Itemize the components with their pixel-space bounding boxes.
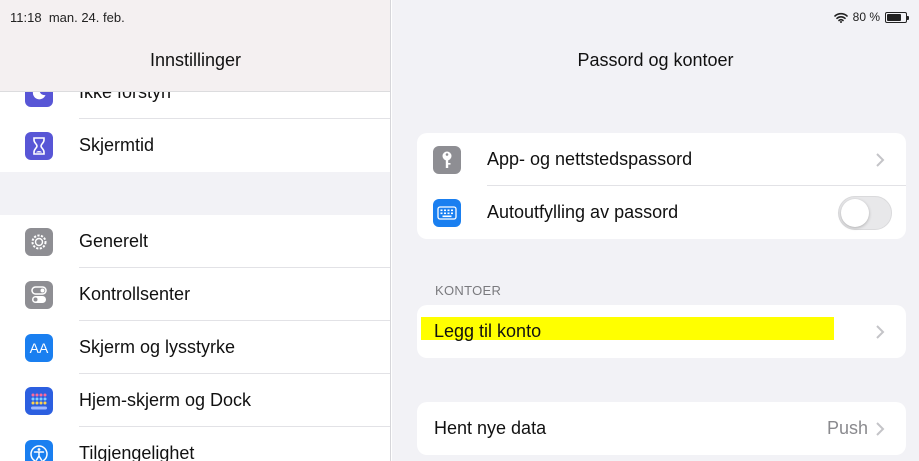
- sidebar-group-general: Generelt Kontrollsenter AA Skjerm og lys…: [0, 215, 390, 461]
- keyboard-icon: [433, 198, 461, 227]
- hourglass-icon: [25, 131, 53, 160]
- battery-percent: 80 %: [852, 10, 880, 24]
- sidebar-title: Innstillinger: [149, 50, 242, 70]
- chevron-right-icon: [876, 152, 885, 167]
- sidebar-item-hjem-skjerm-og-dock[interactable]: Hjem-skjerm og Dock: [0, 374, 390, 427]
- chevron-right-icon: [876, 421, 885, 436]
- add-account-row[interactable]: Legg til konto: [417, 305, 906, 358]
- sidebar-item-skjermtid[interactable]: Skjermtid: [0, 119, 390, 172]
- add-account-label: Legg til konto: [434, 321, 542, 341]
- switches-icon: [25, 280, 53, 309]
- wifi-icon: [833, 12, 848, 23]
- settings-sidebar: Ikke forstyrr Skjermtid Generelt Kontrol…: [0, 0, 391, 461]
- sidebar-item-label: Skjermtid: [79, 135, 155, 155]
- fetch-value: Push: [826, 418, 868, 438]
- fetch-new-data-row[interactable]: Hent nye data Push: [417, 402, 906, 455]
- sidebar-item-label: Skjerm og lysstyrke: [79, 337, 236, 357]
- display-aa-icon: AA: [25, 333, 53, 362]
- status-time-date: 11:18 man. 24. feb.: [10, 10, 125, 25]
- sidebar-item-tilgjengelighet[interactable]: Tilgjengelighet: [0, 427, 390, 461]
- sidebar-item-label: Kontrollsenter: [79, 284, 191, 304]
- row-label: Hent nye data: [434, 418, 547, 438]
- key-icon: [433, 145, 461, 174]
- sidebar-header: 11:18 man. 24. feb. Innstillinger: [0, 0, 390, 92]
- page-title: Passord og kontoer: [577, 50, 734, 70]
- app-website-passwords-row[interactable]: App- og nettstedspassord: [417, 133, 906, 186]
- battery-icon: [885, 11, 909, 23]
- sidebar-item-skjerm-og-lysstyrke[interactable]: AA Skjerm og lysstyrke: [0, 321, 390, 374]
- autofill-toggle[interactable]: [838, 195, 892, 230]
- fetch-group: Hent nye data Push: [417, 402, 906, 455]
- accessibility-icon: [25, 439, 53, 461]
- home-grid-icon: [25, 386, 53, 415]
- autofill-passwords-row: Autoutfylling av passord: [417, 186, 906, 239]
- sidebar-item-kontrollsenter[interactable]: Kontrollsenter: [0, 268, 390, 321]
- section-header-accounts: KONTOER: [435, 283, 502, 298]
- sidebar-item-generelt[interactable]: Generelt: [0, 215, 390, 268]
- sidebar-item-label: Hjem-skjerm og Dock: [79, 390, 252, 410]
- sidebar-item-label: Tilgjengelighet: [79, 443, 195, 461]
- passwords-group: App- og nettstedspassord Autoutfylling a…: [417, 133, 906, 239]
- chevron-right-icon: [876, 324, 885, 339]
- gear-icon: [25, 227, 53, 256]
- status-indicators: 80 %: [833, 10, 909, 24]
- accounts-group: Legg til konto: [417, 305, 906, 358]
- row-label: App- og nettstedspassord: [487, 149, 693, 169]
- detail-pane: 80 % Passord og kontoer App- og nettsted…: [392, 0, 919, 461]
- sidebar-item-label: Generelt: [79, 231, 149, 251]
- row-label: Autoutfylling av passord: [487, 202, 679, 222]
- toggle-knob: [841, 198, 869, 227]
